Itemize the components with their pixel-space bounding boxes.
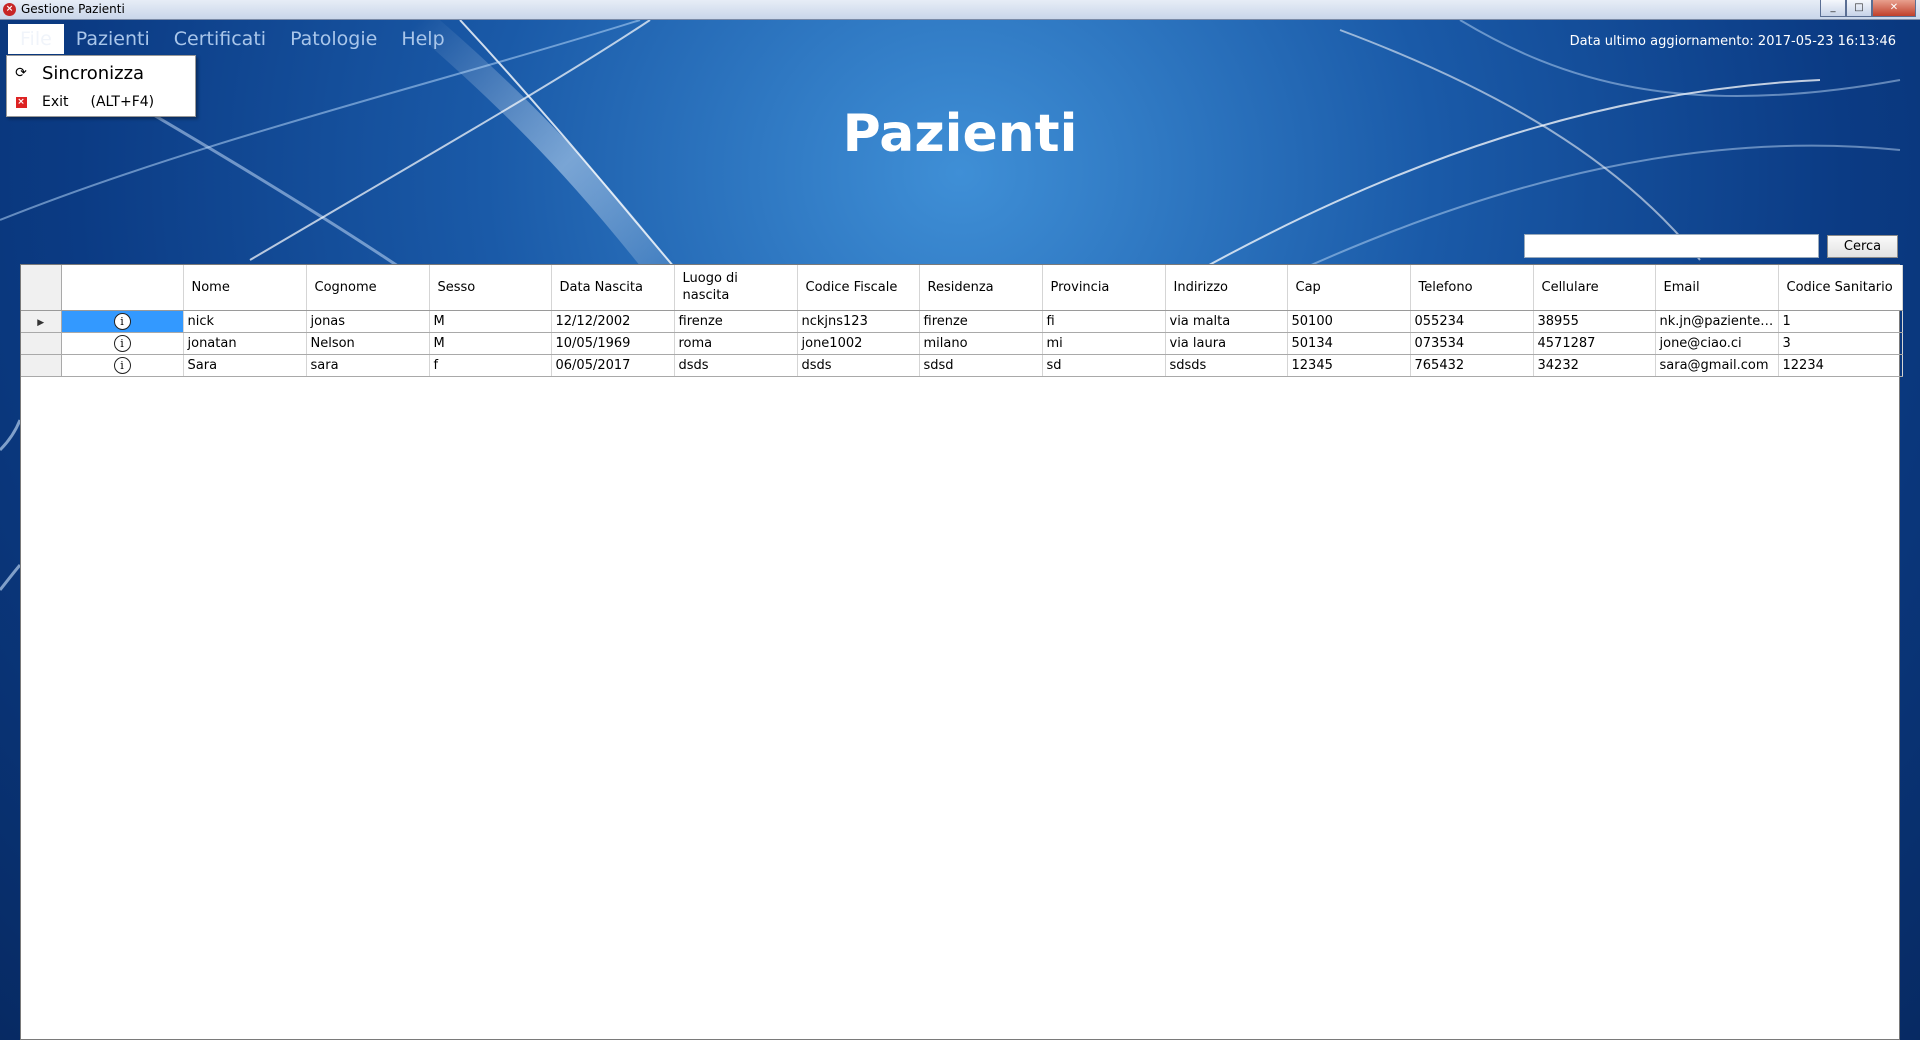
menu-certificati[interactable]: Certificati [162, 24, 278, 54]
cell-provincia[interactable]: mi [1042, 332, 1166, 355]
menu-patologie[interactable]: Patologie [278, 24, 389, 54]
window-controls: _ □ ✕ [1820, 0, 1916, 17]
row-pointer-icon: ▶ [37, 317, 45, 328]
cell-telefono[interactable]: 765432 [1410, 354, 1534, 377]
cell-cellulare[interactable]: 34232 [1533, 354, 1656, 377]
cell-indirizzo[interactable]: via malta [1165, 310, 1288, 333]
cell-cellulare[interactable]: 38955 [1533, 310, 1656, 333]
column-header-luogo-nascita[interactable]: Luogo di nascita [674, 265, 798, 311]
cell-luogo-nascita[interactable]: roma [674, 332, 798, 355]
search-input[interactable] [1524, 234, 1819, 258]
menu-help[interactable]: Help [389, 24, 456, 54]
cell-codice-fiscale[interactable]: jone1002 [797, 332, 920, 355]
cell-cognome[interactable]: sara [306, 354, 430, 377]
column-header-nome[interactable]: Nome [183, 265, 307, 311]
cell-cap[interactable]: 12345 [1287, 354, 1411, 377]
info-icon[interactable]: i [113, 356, 131, 374]
table-header-row: Nome Cognome Sesso Data Nascita Luogo di… [21, 265, 1903, 311]
cell-codice-fiscale[interactable]: dsds [797, 354, 920, 377]
column-header-provincia[interactable]: Provincia [1042, 265, 1166, 311]
column-header-telefono[interactable]: Telefono [1410, 265, 1534, 311]
app-icon: × [3, 3, 16, 16]
cell-data-nascita[interactable]: 10/05/1969 [551, 332, 675, 355]
row-pointer-cell[interactable]: ▶ [21, 310, 62, 333]
cell-nome[interactable]: Sara [183, 354, 307, 377]
column-header-residenza[interactable]: Residenza [919, 265, 1043, 311]
row-pointer-cell[interactable] [21, 354, 62, 377]
cell-email[interactable]: sara@gmail.com [1655, 354, 1779, 377]
column-header-cognome[interactable]: Cognome [306, 265, 430, 311]
column-header-data-nascita[interactable]: Data Nascita [551, 265, 675, 311]
menu-pazienti[interactable]: Pazienti [64, 24, 162, 54]
cell-sesso[interactable]: f [429, 354, 552, 377]
column-header-indirizzo[interactable]: Indirizzo [1165, 265, 1288, 311]
row-header-corner [21, 265, 62, 311]
page-title: Pazienti [842, 104, 1078, 164]
cell-email[interactable]: nk.jn@paziente.c... [1655, 310, 1779, 333]
cell-indirizzo[interactable]: via laura [1165, 332, 1288, 355]
cell-telefono[interactable]: 055234 [1410, 310, 1534, 333]
cell-nome[interactable]: jonatan [183, 332, 307, 355]
last-update-label: Data ultimo aggiornamento: 2017-05-23 16… [1569, 34, 1896, 49]
cell-provincia[interactable]: fi [1042, 310, 1166, 333]
cell-cellulare[interactable]: 4571287 [1533, 332, 1656, 355]
cell-sesso[interactable]: M [429, 332, 552, 355]
close-button[interactable]: ✕ [1872, 0, 1916, 17]
column-header-codice-fiscale[interactable]: Codice Fiscale [797, 265, 920, 311]
row-pointer-cell[interactable] [21, 332, 62, 355]
cell-luogo-nascita[interactable]: firenze [674, 310, 798, 333]
window-title: Gestione Pazienti [21, 2, 125, 16]
window-titlebar: × Gestione Pazienti _ □ ✕ [0, 0, 1920, 20]
cell-residenza[interactable]: milano [919, 332, 1043, 355]
cell-codice-sanitario[interactable]: 12234 [1778, 354, 1903, 377]
column-header-cellulare[interactable]: Cellulare [1533, 265, 1656, 311]
cell-data-nascita[interactable]: 06/05/2017 [551, 354, 675, 377]
table-row[interactable]: i jonatan Nelson M 10/05/1969 roma jone1… [21, 332, 1903, 355]
info-icon[interactable]: i [113, 334, 131, 352]
table-row[interactable]: i Sara sara f 06/05/2017 dsds dsds sdsd … [21, 354, 1903, 377]
column-header-email[interactable]: Email [1655, 265, 1779, 311]
column-header-info[interactable] [61, 265, 184, 311]
cell-codice-sanitario[interactable]: 1 [1778, 310, 1903, 333]
cell-nome[interactable]: nick [183, 310, 307, 333]
cell-cognome[interactable]: Nelson [306, 332, 430, 355]
patients-grid: Nome Cognome Sesso Data Nascita Luogo di… [20, 264, 1903, 1040]
cell-cap[interactable]: 50134 [1287, 332, 1411, 355]
cell-email[interactable]: jone@ciao.ci [1655, 332, 1779, 355]
cell-cognome[interactable]: jonas [306, 310, 430, 333]
cell-residenza[interactable]: sdsd [919, 354, 1043, 377]
table-row[interactable]: ▶ i nick jonas M 12/12/2002 firenze nckj… [21, 310, 1903, 333]
column-header-codice-sanitario[interactable]: Codice Sanitario [1778, 265, 1903, 311]
minimize-button[interactable]: _ [1820, 0, 1846, 17]
menu-item-sincronizza[interactable]: ⟳ Sincronizza [7, 58, 195, 88]
maximize-button[interactable]: □ [1846, 0, 1872, 17]
info-icon[interactable]: i [113, 312, 131, 330]
cell-cap[interactable]: 50100 [1287, 310, 1411, 333]
cell-provincia[interactable]: sd [1042, 354, 1166, 377]
info-cell[interactable]: i [61, 310, 184, 333]
search-button[interactable]: Cerca [1827, 235, 1898, 258]
cell-telefono[interactable]: 073534 [1410, 332, 1534, 355]
info-cell[interactable]: i [61, 332, 184, 355]
cell-luogo-nascita[interactable]: dsds [674, 354, 798, 377]
menu-file[interactable]: File [8, 24, 64, 54]
cell-codice-fiscale[interactable]: nckjns123 [797, 310, 920, 333]
cell-data-nascita[interactable]: 12/12/2002 [551, 310, 675, 333]
cell-codice-sanitario[interactable]: 3 [1778, 332, 1903, 355]
cell-indirizzo[interactable]: sdsds [1165, 354, 1288, 377]
cell-sesso[interactable]: M [429, 310, 552, 333]
patients-table: Nome Cognome Sesso Data Nascita Luogo di… [21, 265, 1903, 377]
sync-icon: ⟳ [15, 65, 27, 81]
menu-item-sincronizza-label: Sincronizza [42, 62, 145, 84]
column-header-cap[interactable]: Cap [1287, 265, 1411, 311]
menu-bar: File Pazienti Certificati Patologie Help [8, 20, 457, 58]
column-header-sesso[interactable]: Sesso [429, 265, 552, 311]
cell-residenza[interactable]: firenze [919, 310, 1043, 333]
info-cell[interactable]: i [61, 354, 184, 377]
